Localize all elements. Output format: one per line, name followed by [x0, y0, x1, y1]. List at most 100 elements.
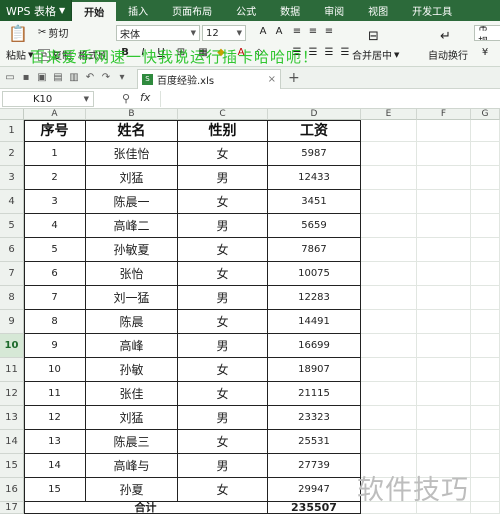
cell-name[interactable]: 刘猛 [86, 406, 178, 430]
align-bottom-icon[interactable]: ≡ [322, 25, 336, 39]
cell-name[interactable]: 张佳怡 [86, 142, 178, 166]
row-header-2[interactable]: 2 [0, 142, 24, 166]
cell-salary[interactable]: 29947 [268, 478, 361, 502]
empty-cell[interactable] [417, 238, 471, 262]
font-grow-icon[interactable]: A [256, 25, 270, 39]
cell-salary[interactable]: 23323 [268, 406, 361, 430]
empty-cell[interactable] [471, 120, 500, 142]
font-size-select[interactable]: 12 ▼ [202, 25, 246, 41]
cell-salary[interactable]: 18907 [268, 358, 361, 382]
cell-salary[interactable]: 27739 [268, 454, 361, 478]
row-header-9[interactable]: 9 [0, 310, 24, 334]
column-header-c[interactable]: C [178, 109, 268, 120]
empty-cell[interactable] [361, 190, 417, 214]
cell-seq[interactable]: 5 [24, 238, 86, 262]
row-header-6[interactable]: 6 [0, 238, 24, 262]
empty-cell[interactable] [471, 334, 500, 358]
cell-salary[interactable]: 3451 [268, 190, 361, 214]
cell-salary[interactable]: 5659 [268, 214, 361, 238]
empty-cell[interactable] [471, 142, 500, 166]
cell-name[interactable]: 孙敏 [86, 358, 178, 382]
total-value-cell[interactable]: 235507 [268, 502, 361, 514]
empty-cell[interactable] [361, 120, 417, 142]
empty-cell[interactable] [417, 358, 471, 382]
cell-name[interactable]: 陈晨三 [86, 430, 178, 454]
cut-button[interactable]: ✂ 剪切 [38, 25, 68, 40]
cell-salary[interactable]: 5987 [268, 142, 361, 166]
tab-data[interactable]: 数据 [268, 0, 312, 21]
tab-view[interactable]: 视图 [356, 0, 400, 21]
empty-cell[interactable] [471, 430, 500, 454]
cell-name[interactable]: 张怡 [86, 262, 178, 286]
cell-seq[interactable]: 11 [24, 382, 86, 406]
cell-name[interactable]: 陈晨 [86, 310, 178, 334]
empty-cell[interactable] [361, 334, 417, 358]
empty-cell[interactable] [361, 262, 417, 286]
empty-cell[interactable] [361, 166, 417, 190]
select-all-corner[interactable] [0, 109, 24, 120]
empty-cell[interactable] [361, 406, 417, 430]
empty-cell[interactable] [471, 406, 500, 430]
empty-cell[interactable] [361, 214, 417, 238]
empty-cell[interactable] [361, 358, 417, 382]
empty-cell[interactable] [417, 262, 471, 286]
cell-name[interactable]: 孙夏 [86, 478, 178, 502]
cell-gender[interactable]: 男 [178, 406, 268, 430]
table-header-cell[interactable]: 姓名 [86, 120, 178, 142]
align-middle-icon[interactable]: ≡ [306, 25, 320, 39]
empty-cell[interactable] [361, 430, 417, 454]
empty-cell[interactable] [361, 238, 417, 262]
empty-cell[interactable] [417, 166, 471, 190]
empty-cell[interactable] [417, 382, 471, 406]
tab-review[interactable]: 审阅 [312, 0, 356, 21]
cell-seq[interactable]: 2 [24, 166, 86, 190]
empty-cell[interactable] [417, 430, 471, 454]
empty-cell[interactable] [361, 382, 417, 406]
empty-cell[interactable] [471, 190, 500, 214]
cell-gender[interactable]: 女 [178, 382, 268, 406]
merge-center-icon[interactable]: ⊟ [368, 29, 379, 44]
tab-developer[interactable]: 开发工具 [400, 0, 464, 21]
row-header-13[interactable]: 13 [0, 406, 24, 430]
row-header-8[interactable]: 8 [0, 286, 24, 310]
cell-seq[interactable]: 3 [24, 190, 86, 214]
tab-page-layout[interactable]: 页面布局 [160, 0, 224, 21]
cell-gender[interactable]: 女 [178, 142, 268, 166]
export-icon[interactable]: ▥ [68, 72, 80, 84]
cell-gender[interactable]: 男 [178, 166, 268, 190]
empty-cell[interactable] [417, 190, 471, 214]
cell-salary[interactable]: 25531 [268, 430, 361, 454]
new-tab-plus-icon[interactable]: + [288, 70, 300, 86]
cell-gender[interactable]: 男 [178, 286, 268, 310]
cell-salary[interactable]: 21115 [268, 382, 361, 406]
cell-salary[interactable]: 12283 [268, 286, 361, 310]
cell-name[interactable]: 张佳 [86, 382, 178, 406]
empty-cell[interactable] [417, 120, 471, 142]
column-header-a[interactable]: A [24, 109, 86, 120]
empty-cell[interactable] [471, 286, 500, 310]
cell-name[interactable]: 陈晨一 [86, 190, 178, 214]
cell-gender[interactable]: 女 [178, 238, 268, 262]
chevron-down-icon[interactable]: ▾ [116, 72, 128, 84]
empty-cell[interactable] [417, 142, 471, 166]
column-header-b[interactable]: B [86, 109, 178, 120]
empty-cell[interactable] [471, 238, 500, 262]
app-menu-button[interactable]: WPS 表格 ▼ [0, 0, 73, 21]
empty-cell[interactable] [361, 142, 417, 166]
font-shrink-icon[interactable]: A [272, 25, 286, 39]
cell-gender[interactable]: 女 [178, 430, 268, 454]
cell-seq[interactable]: 15 [24, 478, 86, 502]
save-icon[interactable]: ▪ [20, 72, 32, 84]
cell-seq[interactable]: 7 [24, 286, 86, 310]
cell-seq[interactable]: 4 [24, 214, 86, 238]
column-header-d[interactable]: D [268, 109, 361, 120]
empty-cell[interactable] [361, 310, 417, 334]
empty-cell[interactable] [471, 454, 500, 478]
zoom-search-icon[interactable]: ⚲ [122, 92, 130, 105]
cell-seq[interactable]: 8 [24, 310, 86, 334]
cell-gender[interactable]: 女 [178, 358, 268, 382]
empty-cell[interactable] [471, 166, 500, 190]
print-icon[interactable]: ▤ [52, 72, 64, 84]
cell-salary[interactable]: 10075 [268, 262, 361, 286]
cell-salary[interactable]: 12433 [268, 166, 361, 190]
